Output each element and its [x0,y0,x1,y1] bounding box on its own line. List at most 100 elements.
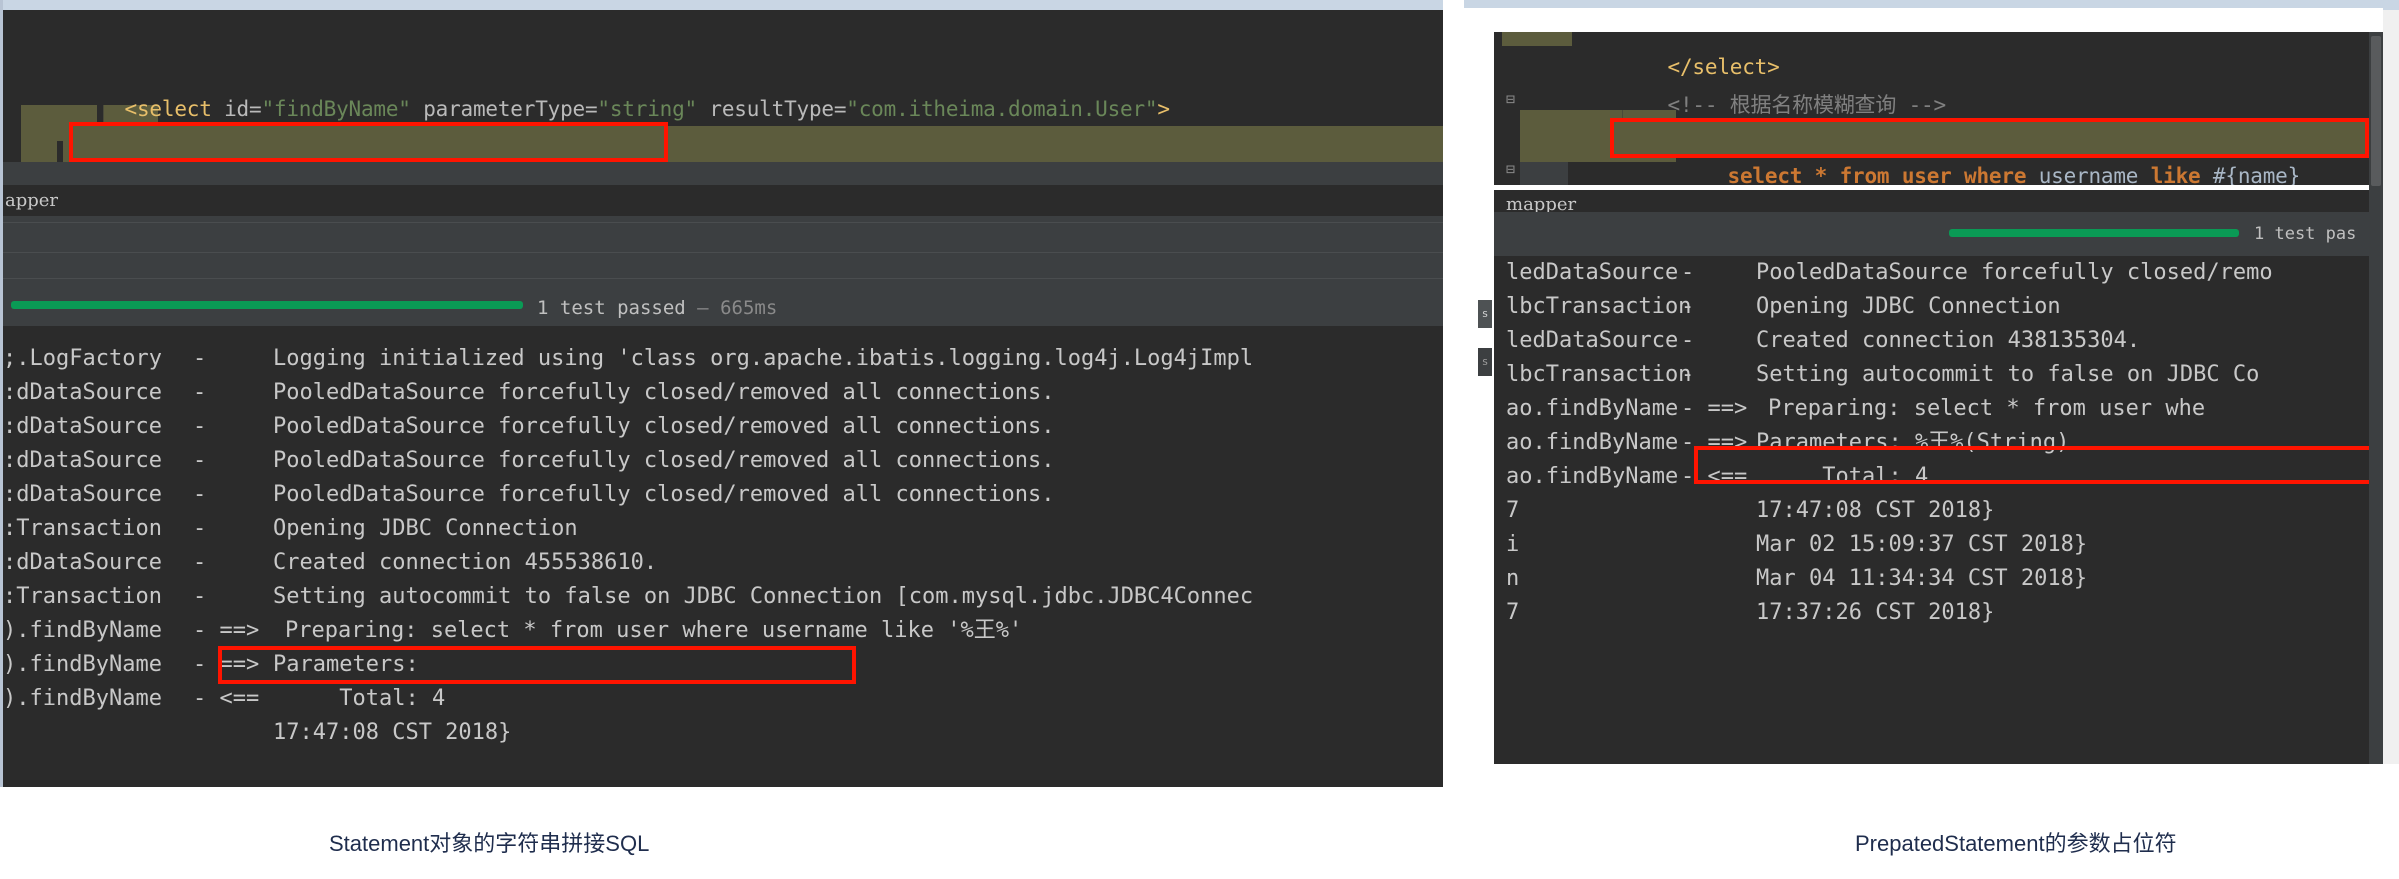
test-status-label-r: 1 test pas [2254,224,2356,244]
log-arrow: - [193,414,207,439]
code-line-select-open-tag-r[interactable]: <select id="findByName" parameterType="s… [1494,88,2369,151]
log-logger: ).findByName [3,618,162,643]
log-logger: ao.findByName [1506,430,1679,455]
log-arrow: - [1681,260,1695,285]
log-line: ).findByName - <== Total: 4 [3,682,1443,716]
log-message: Logging initialized using 'class org.apa… [273,346,1254,371]
right-window-titlebar [1464,0,2399,8]
log-line: ao.findByName - ==> Parameters: %王%(String… [1506,426,2369,460]
log-arrow: - [193,380,207,405]
right-editor-scrollbar-thumb[interactable] [2371,36,2381,186]
log-line: ao.findByName - <== Total: 4 [1506,460,2369,494]
test-progress-bar-r [1949,229,2239,237]
log-line: :dDataSource - PooledDataSource forcefully… [3,478,1443,512]
right-log-list: ledDataSource - PooledDataSource forcefull… [1494,256,2369,630]
log-line: ao.findByName - ==> Preparing: select * fr… [1506,392,2369,426]
log-line: ;.LogFactory - Logging initialized using '… [3,342,1443,376]
log-logger: :dDataSource [3,448,162,473]
log-message: Total: 4 [273,686,446,711]
code-line-commented-sql-hash[interactable]: <!-- select * from user where username l… [3,92,1443,155]
left-ide-window: <!-- 根据名称模糊查询 --> <select id="findByName… [0,0,1443,787]
log-line: ledDataSource - PooledDataSource forcefull… [1506,256,2369,290]
log-line: :Transaction - Setting autocommit to false… [3,580,1443,614]
test-status-text: 1 test passed [537,297,686,319]
code-line-comment-fuzzy-query-r[interactable]: <!-- 根据名称模糊查询 --> [1494,54,2369,117]
right-ide-window: ⊟ ⊟ </select> <!-- 根据名称模糊查询 --> <select … [1464,0,2399,764]
log-arrow: - [1681,328,1695,353]
log-message: PooledDataSource forcefully closed/remov… [273,448,1055,473]
divider-rule-2 [3,252,1443,253]
log-line: :dDataSource - PooledDataSource forcefully… [3,444,1443,478]
left-breadcrumb[interactable]: apper [3,186,1443,216]
log-message: 17:47:08 CST 2018} [1756,498,1995,523]
log-arrow: - ==> [193,618,260,643]
code-line-select-open-tag[interactable]: <select id="findByName" parameterType="s… [3,58,1443,121]
right-caption: PrepatedStatement的参数占位符 [1855,826,2177,858]
log-logger: :dDataSource [3,482,162,507]
log-logger: :dDataSource [3,414,162,439]
log-message: Preparing: select * from user where user… [285,618,1023,643]
right-editor[interactable]: ⊟ ⊟ </select> <!-- 根据名称模糊查询 --> <select … [1494,32,2369,185]
log-message: 17:47:08 CST 2018} [273,720,512,745]
log-message: Opening JDBC Connection [273,516,578,541]
log-arrow: - [193,346,207,371]
log-arrow: - [1681,294,1695,319]
left-editor[interactable]: <!-- 根据名称模糊查询 --> <select id="findByName… [3,10,1443,185]
log-logger: ledDataSource [1506,328,1679,353]
log-line: ).findByName - ==> Preparing: select * fro… [3,614,1443,648]
log-message: Parameters: [273,652,419,677]
log-arrow: - [193,482,207,507]
left-caption: Statement对象的字符串拼接SQL [329,826,649,858]
log-line: lbcTransaction- Opening JDBC Connection [1506,290,2369,324]
log-message: Setting autocommit to false on JDBC Conn… [273,584,1254,609]
code-line-comment-fuzzy-query[interactable]: <!-- 根据名称模糊查询 --> [3,24,1443,87]
log-line: 17:47:08 CST 2018} [3,716,1443,750]
log-logger: :dDataSource [3,550,162,575]
log-arrow: - <== [1681,464,1748,489]
log-message: Parameters: %王%(String) [1756,430,2070,455]
log-line: :dDataSource - Created connection 45553861… [3,546,1443,580]
log-line: 7 17:47:08 CST 2018} [1506,494,2369,528]
log-arrow: - ==> [1681,430,1748,455]
log-logger: ).findByName [3,652,162,677]
log-logger: ;.LogFactory [3,346,162,371]
breadcrumb-label: apper [5,190,59,211]
divider-rule-3 [3,278,1443,279]
log-line: i Mar 02 15:09:37 CST 2018} [1506,528,2369,562]
test-status-label: 1 test passed – 665ms [537,297,777,319]
log-message: Created connection 438135304. [1756,328,2141,353]
code-line-active-sql-hash[interactable]: select * from user where username like #… [1604,122,2369,185]
right-window-frame-right [2383,0,2399,764]
log-message: PooledDataSource forcefully closed/remov… [273,414,1055,439]
code-line-prev-select-close[interactable]: </select> [1494,32,2369,79]
left-caption-text: Statement对象的字符串拼接SQL [329,831,650,856]
log-message: Created connection 455538610. [273,550,658,575]
left-toolbar-divider [3,216,1443,282]
log-message: Mar 02 15:09:37 CST 2018} [1756,532,2088,557]
test-status-separator: – [697,297,709,319]
divider-rule-1 [3,222,1443,223]
log-logger: i [1506,532,1520,557]
log-logger: ).findByName [3,686,162,711]
log-logger: lbcTransaction [1506,294,1692,319]
log-arrow: - [193,550,207,575]
side-tab-label: s [1481,355,1489,368]
log-line: :dDataSource - PooledDataSource forcefully… [3,410,1443,444]
code-line-select-close-tag[interactable]: </select> [3,162,1443,185]
log-line: :dDataSource - PooledDataSource forcefully… [3,376,1443,410]
code-line-active-sql-dollar[interactable]: select * from user where username like '… [63,126,1443,185]
side-tab-1[interactable]: s [1478,348,1492,376]
log-logger: 7 [1506,600,1520,625]
code-line-commented-sql-dollar-r[interactable]: <!-- select * from user where username l… [1494,156,2369,185]
right-window-frame-top [1464,8,2399,32]
log-message: PooledDataSource forcefully closed/remo [1756,260,2273,285]
left-log-list: ;.LogFactory - Logging initialized using '… [3,326,1443,750]
log-logger: :dDataSource [3,380,162,405]
right-console-output[interactable]: ledDataSource - PooledDataSource forcefull… [1494,256,2369,764]
log-message: Mar 04 11:34:34 CST 2018} [1756,566,2088,591]
right-window-frame-left [1464,8,1494,764]
test-status-text: 1 test pas [2254,224,2357,244]
side-tab-0[interactable]: s [1478,300,1492,328]
log-message: Preparing: select * from user whe [1768,396,2206,421]
left-console-output[interactable]: ;.LogFactory - Logging initialized using '… [3,326,1443,787]
